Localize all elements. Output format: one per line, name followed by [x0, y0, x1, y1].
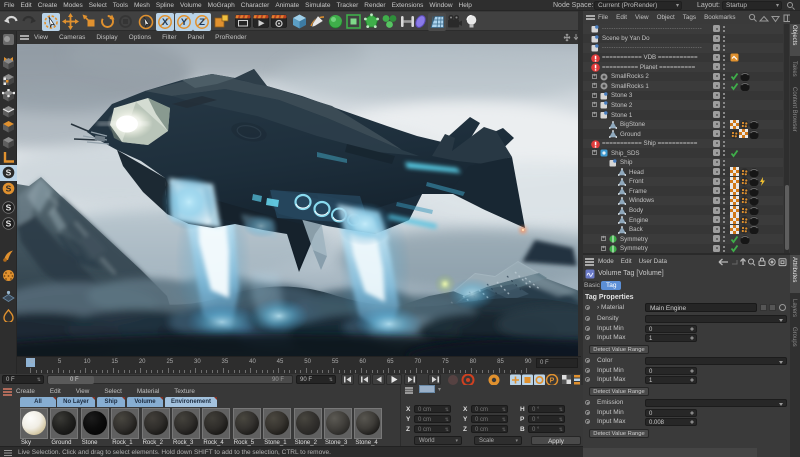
svg-text:S: S: [6, 203, 12, 213]
svg-text:S: S: [6, 168, 12, 178]
svg-text:P: P: [550, 378, 555, 385]
svg-text:S: S: [6, 219, 12, 229]
svg-text:Y: Y: [180, 17, 187, 28]
svg-text:X: X: [162, 17, 169, 28]
svg-text:Z: Z: [199, 17, 205, 28]
svg-text:S: S: [6, 184, 12, 194]
